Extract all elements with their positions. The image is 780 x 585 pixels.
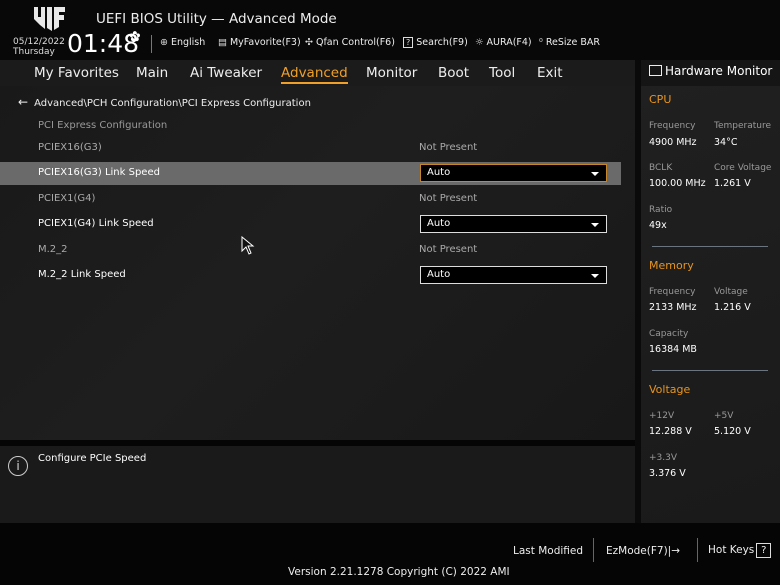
setting-row-m2-2: M.2_2 Not Present bbox=[38, 244, 478, 255]
favorite-list-icon: ▤ bbox=[218, 37, 227, 48]
hot-keys-button[interactable]: Hot Keys? bbox=[708, 543, 772, 558]
search-help-icon: ? bbox=[403, 37, 414, 48]
chevron-down-icon bbox=[591, 274, 599, 278]
12v-value: 12.288 V bbox=[649, 426, 692, 437]
gear-icon[interactable]: ✿ bbox=[129, 29, 141, 45]
back-arrow-icon[interactable]: ← bbox=[18, 95, 28, 109]
tab-monitor[interactable]: Monitor bbox=[366, 65, 417, 81]
tab-exit[interactable]: Exit bbox=[537, 65, 563, 81]
memory-capacity-value: 16384 MB bbox=[649, 344, 697, 355]
setting-row-pciex1: PCIEX1(G4) Not Present bbox=[38, 193, 478, 204]
memory-voltage-label: Voltage bbox=[714, 287, 748, 297]
language-button[interactable]: ⊕ English bbox=[160, 37, 205, 48]
memory-voltage-value: 1.216 V bbox=[714, 302, 751, 313]
3v3-label: +3.3V bbox=[649, 453, 678, 463]
tab-boot[interactable]: Boot bbox=[438, 65, 469, 81]
core-voltage-value: 1.261 V bbox=[714, 178, 751, 189]
weekday: Thursday bbox=[13, 47, 55, 57]
divider bbox=[697, 538, 698, 562]
tab-ai-tweaker[interactable]: Ai Tweaker bbox=[190, 65, 262, 81]
tuf-logo bbox=[34, 7, 65, 31]
aura-button[interactable]: ☼ AURA(F4) bbox=[475, 37, 532, 48]
cpu-temperature-value: 34°C bbox=[714, 137, 738, 148]
chevron-down-icon bbox=[591, 223, 599, 227]
version-text: Version 2.21.1278 Copyright (C) 2022 AMI bbox=[288, 566, 510, 578]
aura-light-icon: ☼ bbox=[475, 37, 484, 48]
monitor-icon bbox=[649, 65, 662, 76]
hardware-monitor-title: Hardware Monitor bbox=[649, 64, 772, 78]
mouse-cursor-icon bbox=[241, 236, 255, 255]
setting-row-pciex1-link-speed[interactable]: PCIEX1(G4) Link Speed Auto bbox=[0, 213, 621, 236]
cpu-section-title: CPU bbox=[649, 93, 672, 106]
tab-my-favorites[interactable]: My Favorites bbox=[34, 65, 119, 81]
3v3-value: 3.376 V bbox=[649, 468, 686, 479]
ezmode-button[interactable]: EzMode(F7)|→ bbox=[606, 545, 680, 557]
chevron-down-icon bbox=[591, 172, 599, 176]
tab-advanced[interactable]: Advanced bbox=[281, 65, 348, 84]
5v-label: +5V bbox=[714, 411, 734, 421]
memory-frequency-label: Frequency bbox=[649, 287, 696, 297]
info-icon: i bbox=[8, 456, 28, 476]
pciex16-link-speed-dropdown[interactable]: Auto bbox=[420, 164, 607, 182]
tab-main[interactable]: Main bbox=[136, 65, 168, 81]
ratio-label: Ratio bbox=[649, 205, 673, 215]
memory-capacity-label: Capacity bbox=[649, 329, 689, 339]
last-modified-button[interactable]: Last Modified bbox=[513, 545, 583, 557]
cpu-temperature-label: Temperature bbox=[714, 121, 772, 131]
cpu-frequency-label: Frequency bbox=[649, 121, 696, 131]
divider bbox=[652, 370, 768, 371]
5v-value: 5.120 V bbox=[714, 426, 751, 437]
voltage-section-title: Voltage bbox=[649, 383, 691, 396]
bclk-label: BCLK bbox=[649, 163, 673, 173]
setting-row-pciex16-link-speed[interactable]: PCIEX16(G3) Link Speed Auto bbox=[0, 162, 621, 185]
pciex1-link-speed-dropdown[interactable]: Auto bbox=[420, 215, 607, 233]
divider bbox=[652, 246, 768, 247]
setting-row-pciex16: PCIEX16(G3) Not Present bbox=[38, 142, 478, 153]
exit-arrow-icon: → bbox=[671, 545, 681, 557]
bclk-value: 100.00 MHz bbox=[649, 178, 706, 189]
tab-tool[interactable]: Tool bbox=[489, 65, 515, 81]
status-value: Not Present bbox=[419, 193, 478, 204]
myfavorite-button[interactable]: ▤ MyFavorite(F3) bbox=[218, 37, 301, 48]
memory-frequency-value: 2133 MHz bbox=[649, 302, 697, 313]
help-text: Configure PCIe Speed bbox=[38, 453, 147, 464]
divider bbox=[593, 538, 594, 562]
ratio-value: 49x bbox=[649, 220, 667, 231]
qfan-control-button[interactable]: ✣ Qfan Control(F6) bbox=[305, 37, 395, 48]
date-display: 05/12/2022 Thursday bbox=[13, 37, 65, 57]
resize-bar-icon: ⁰ bbox=[539, 37, 543, 48]
status-value: Not Present bbox=[419, 142, 478, 153]
status-value: Not Present bbox=[419, 244, 478, 255]
m2-2-link-speed-dropdown[interactable]: Auto bbox=[420, 266, 607, 284]
date: 05/12/2022 bbox=[13, 37, 65, 47]
cpu-frequency-value: 4900 MHz bbox=[649, 137, 697, 148]
memory-section-title: Memory bbox=[649, 259, 694, 272]
section-title: PCI Express Configuration bbox=[38, 120, 168, 131]
setting-row-m2-2-link-speed[interactable]: M.2_2 Link Speed Auto bbox=[0, 264, 621, 287]
divider bbox=[151, 35, 152, 53]
resize-bar-button[interactable]: ⁰ ReSize BAR bbox=[539, 37, 600, 48]
breadcrumb[interactable]: ← Advanced\PCH Configuration\PCI Express … bbox=[18, 95, 311, 109]
search-button[interactable]: ? Search(F9) bbox=[403, 37, 468, 48]
core-voltage-label: Core Voltage bbox=[714, 163, 772, 173]
globe-icon: ⊕ bbox=[160, 37, 168, 48]
fan-icon: ✣ bbox=[305, 37, 313, 48]
app-title: UEFI BIOS Utility — Advanced Mode bbox=[96, 11, 337, 27]
help-icon: ? bbox=[756, 543, 772, 558]
12v-label: +12V bbox=[649, 411, 675, 421]
